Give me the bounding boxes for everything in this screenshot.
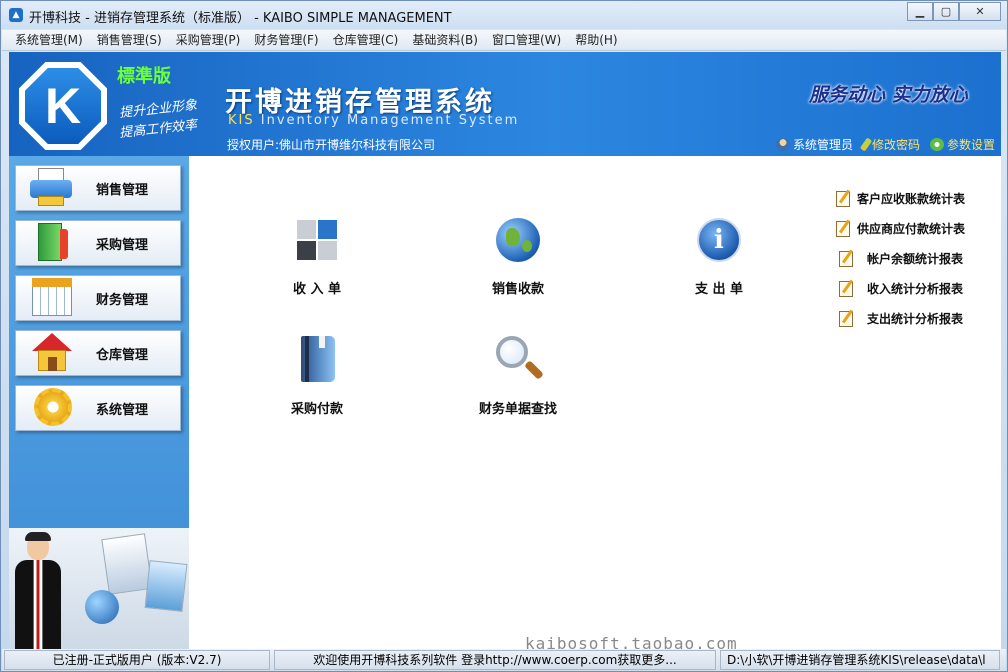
sidebar-label-sales: 销售管理 (96, 182, 149, 198)
report-icon (836, 220, 850, 237)
module-purchase-payment[interactable]: 采购付款 (257, 336, 377, 417)
settings-label: 参数设置 (946, 138, 995, 152)
restore-button[interactable]: ▢ (933, 2, 959, 21)
edition-label: 標準版 (117, 66, 171, 87)
module-label-sales-receipt: 销售收款 (491, 282, 544, 297)
menu-purchase[interactable]: 采购管理(P) (169, 30, 248, 50)
change-password-label: 修改密码 (871, 138, 920, 152)
report-icon (836, 190, 850, 207)
report-label: 帐户余额统计报表 (867, 252, 964, 266)
sidebar-label-system: 系统管理 (96, 402, 149, 418)
module-label-income: 收 入 单 (292, 282, 342, 297)
sidebar-item-sales[interactable]: 销售管理 (15, 165, 181, 211)
menu-bar: 系统管理(M) 销售管理(S) 采购管理(P) 财务管理(F) 仓库管理(C) … (2, 30, 1006, 51)
house-icon (30, 333, 74, 373)
module-income-voucher[interactable]: 收 入 单 (257, 216, 377, 297)
businessman-figure (15, 532, 61, 649)
module-sales-receipt[interactable]: 销售收款 (458, 216, 578, 297)
header-banner: K 標準版 提升企业形象 提高工作效率 开博进销存管理系统 KIS Invent… (9, 52, 1001, 156)
window-controls: ▁ ▢ ✕ (907, 2, 1001, 22)
settings-link[interactable]: 参数设置 (929, 136, 995, 153)
user-link[interactable]: 系统管理员 (775, 136, 853, 153)
menu-help[interactable]: 帮助(H) (568, 30, 624, 50)
module-expense-voucher[interactable]: i 支 出 单 (659, 216, 779, 297)
sidebar-label-warehouse: 仓库管理 (96, 347, 149, 363)
calendar-icon (30, 278, 74, 318)
menu-finance[interactable]: 财务管理(F) (247, 30, 325, 50)
report-income-analysis[interactable]: 收入统计分析报表 (839, 280, 963, 297)
settings-icon (929, 138, 944, 151)
report-icon (839, 280, 853, 297)
report-customer-receivables[interactable]: 客户应收账款统计表 (836, 190, 965, 207)
window-title: 开博科技 - 进销存管理系统（标准版） - KAIBO SIMPLE MANAG… (29, 11, 452, 26)
status-message: 欢迎使用开博科技系列软件 登录http://www.coerp.com获取更多.… (274, 650, 716, 670)
book-icon (30, 223, 74, 263)
module-label-expense: 支 出 单 (694, 282, 744, 297)
status-registration: 已注册-正式版用户 (版本:V2.7) (4, 650, 270, 670)
globe-image (85, 590, 119, 624)
globe-icon (494, 216, 542, 264)
change-password-link[interactable]: 修改密码 (859, 136, 920, 153)
report-label: 收入统计分析报表 (867, 282, 964, 296)
license-info: 授权用户:佛山市开博维尔科技有限公司 (227, 138, 436, 152)
minimize-button[interactable]: ▁ (907, 2, 933, 21)
app-icon: ▲ (9, 8, 23, 22)
menu-sales[interactable]: 销售管理(S) (90, 30, 169, 50)
gear-icon (30, 388, 74, 428)
subtitle-prefix: KIS (228, 113, 255, 128)
report-label: 支出统计分析报表 (867, 312, 964, 326)
report-label: 客户应收账款统计表 (857, 192, 966, 206)
menu-base-data[interactable]: 基础资料(B) (405, 30, 485, 50)
subtitle-rest: Inventory Management System (254, 113, 520, 128)
menu-window[interactable]: 窗口管理(W) (485, 30, 568, 50)
module-label-finance-search: 财务单据查找 (478, 402, 557, 417)
report-label: 供应商应付款统计表 (857, 222, 966, 236)
user-label: 系统管理员 (792, 138, 853, 152)
menu-system[interactable]: 系统管理(M) (8, 30, 90, 50)
sidebar-item-purchase[interactable]: 采购管理 (15, 220, 181, 266)
report-supplier-payables[interactable]: 供应商应付款统计表 (836, 220, 965, 237)
report-expense-analysis[interactable]: 支出统计分析报表 (839, 310, 963, 327)
header-links: 系统管理员 修改密码 参数设置 (775, 136, 995, 153)
status-bar: 已注册-正式版用户 (版本:V2.7) 欢迎使用开博科技系列软件 登录http:… (2, 649, 1006, 671)
app-subtitle: KIS Inventory Management System (228, 113, 519, 128)
sidebar-item-warehouse[interactable]: 仓库管理 (15, 330, 181, 376)
motto: 服务动心 实力放心 (809, 84, 968, 106)
info-icon: i (695, 216, 743, 264)
menu-warehouse[interactable]: 仓库管理(C) (326, 30, 406, 50)
user-icon (775, 138, 790, 151)
blocks-icon (293, 216, 341, 264)
magnifier-icon (494, 336, 544, 384)
promo-image (9, 528, 189, 649)
close-button[interactable]: ✕ (959, 2, 1001, 21)
sidebar-label-finance: 财务管理 (96, 292, 149, 308)
report-account-balance[interactable]: 帐户余额统计报表 (839, 250, 963, 267)
module-label-purchase-payment: 采购付款 (290, 402, 343, 417)
status-path: D:\小软\开博进销存管理系统KIS\release\data\l (720, 650, 1000, 670)
sidebar-label-purchase: 采购管理 (96, 237, 149, 253)
sidebar: 销售管理 采购管理 财务管理 仓库管理 系统管理 (9, 156, 189, 649)
module-finance-search[interactable]: 财务单据查找 (458, 336, 578, 417)
report-icon (839, 310, 853, 327)
printer-icon (30, 168, 74, 208)
report-icon (839, 250, 853, 267)
book-icon (293, 336, 341, 384)
main-panel: 收 入 单 销售收款 i 支 出 单 采购付款 财务单据查找 客户应收账款统计表… (189, 156, 1001, 649)
pencil-icon (859, 137, 873, 152)
sidebar-item-system[interactable]: 系统管理 (15, 385, 181, 431)
sidebar-item-finance[interactable]: 财务管理 (15, 275, 181, 321)
application-window: ▲ 开博科技 - 进销存管理系统（标准版） - KAIBO SIMPLE MAN… (0, 0, 1008, 672)
title-bar[interactable]: ▲ 开博科技 - 进销存管理系统（标准版） - KAIBO SIMPLE MAN… (1, 1, 1007, 29)
